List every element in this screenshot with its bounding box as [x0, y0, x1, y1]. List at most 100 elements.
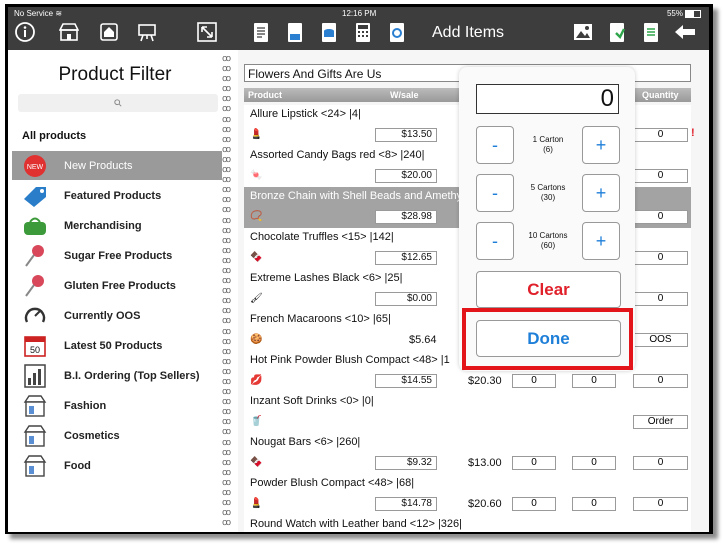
all-products-link[interactable]: All products [22, 130, 86, 142]
quantity-field[interactable]: 0 [633, 128, 688, 142]
product-thumbnail: 🍫 [250, 252, 263, 263]
col-product: Product [248, 90, 283, 100]
tag-icon [20, 183, 50, 209]
category-latest-50[interactable]: 50 Latest 50 Products [12, 331, 222, 360]
qty-field-2[interactable]: 0 [572, 456, 616, 470]
quantity-field[interactable]: 0 [633, 374, 688, 388]
product-thumbnail: 🍪 [250, 334, 263, 345]
quantity-field[interactable]: 0 [633, 210, 688, 224]
category-gluten-free[interactable]: Gluten Free Products [12, 271, 222, 300]
product-thumbnail: 🍫 [250, 457, 263, 468]
product-name: Inzant Soft Drinks <0> |0| [250, 395, 374, 407]
wsale-price: $12.65 [375, 251, 437, 265]
rrp-price: $20.60 [468, 498, 502, 510]
quantity-field[interactable]: 0 [633, 251, 688, 265]
back-arrow-icon[interactable] [674, 21, 696, 43]
product-name: Nougat Bars <6> |260| [250, 436, 361, 448]
battery-icon [685, 9, 701, 18]
rrp-price: $13.00 [468, 457, 502, 469]
info-icon[interactable] [14, 21, 36, 43]
carrier-status: No Service ≋ [14, 9, 63, 18]
plus-1-carton-button[interactable]: + [582, 126, 620, 164]
qty-field-1[interactable]: 0 [512, 374, 556, 388]
store-icon [20, 423, 50, 449]
checklist-icon[interactable] [640, 21, 662, 43]
quantity-field[interactable]: Order [633, 415, 688, 429]
store-icon [20, 453, 50, 479]
clock: 12:16 PM [342, 9, 377, 18]
wsale-price: $20.00 [375, 169, 437, 183]
product-name: Round Watch with Leather band <12> |326| [250, 518, 463, 530]
calculator-icon[interactable] [352, 21, 374, 43]
refresh-icon[interactable] [386, 21, 408, 43]
qty-field-2[interactable]: 0 [572, 374, 616, 388]
product-name: Extreme Lashes Black <6> |25| [250, 272, 403, 284]
resize-icon[interactable] [196, 21, 218, 43]
product-thumbnail: 💄 [250, 129, 263, 140]
step-label-10: 10 Cartons (60) [528, 231, 568, 250]
order-doc-icon[interactable] [284, 21, 306, 43]
qty-field-1[interactable]: 0 [512, 497, 556, 511]
category-cosmetics[interactable]: Cosmetics [12, 421, 222, 450]
table-row[interactable]: Round Watch with Leather band <12> |326|… [244, 515, 691, 532]
category-fashion[interactable]: Fashion [12, 391, 222, 420]
category-food[interactable]: Food [12, 451, 222, 480]
search-icon [114, 99, 122, 107]
product-name: French Macaroons <10> |65| [250, 313, 391, 325]
minus-10-cartons-button[interactable]: - [476, 222, 514, 260]
quantity-field[interactable]: 0 [633, 292, 688, 306]
table-row[interactable]: Nougat Bars <6> |260| 🍫 $9.32 $13.00 0 0 0 [244, 433, 691, 475]
quantity-field[interactable]: OOS [633, 333, 688, 347]
qty-field-1[interactable]: 0 [512, 456, 556, 470]
quantity-field[interactable]: 0 [633, 456, 688, 470]
quantity-field[interactable]: 0 [633, 497, 688, 511]
category-new-products[interactable]: NEW New Products [12, 151, 222, 180]
plus-10-cartons-button[interactable]: + [582, 222, 620, 260]
table-row[interactable]: Powder Blush Compact <48> |68| 💄 $14.78 $20… [244, 474, 691, 516]
product-name: Bronze Chain with Shell Beads and Amethy… [250, 190, 465, 202]
database-icon[interactable] [318, 21, 340, 43]
clear-button[interactable]: Clear [476, 271, 621, 308]
presentation-icon[interactable] [136, 21, 158, 43]
table-row[interactable]: Inzant Soft Drinks <0> |0| 🥤 Order [244, 392, 691, 434]
product-thumbnail: 💋 [250, 375, 263, 386]
notes-icon[interactable] [250, 21, 272, 43]
wsale-price: $13.50 [375, 128, 437, 142]
search-input[interactable] [18, 94, 218, 112]
col-wsale: W/sale [390, 90, 419, 100]
category-currently-oos[interactable]: Currently OOS [12, 301, 222, 330]
bag-icon [20, 213, 50, 239]
step-label-5: 5 Cartons (30) [530, 183, 566, 202]
export-doc-icon[interactable] [606, 21, 628, 43]
minus-5-cartons-button[interactable]: - [476, 174, 514, 212]
category-bi-ordering[interactable]: B.I. Ordering (Top Sellers) [12, 361, 222, 390]
wsale-price: $9.32 [375, 456, 437, 470]
new-badge-icon: NEW [20, 153, 50, 179]
plus-5-cartons-button[interactable]: + [582, 174, 620, 212]
highlight-box [462, 308, 633, 370]
category-sugar-free[interactable]: Sugar Free Products [12, 241, 222, 270]
product-thumbnail: 💄 [250, 498, 263, 509]
quantity-display[interactable]: 0 [476, 84, 619, 114]
wsale-price: $0.00 [375, 292, 437, 306]
quantity-field[interactable]: 0 [633, 169, 688, 183]
qty-field-2[interactable]: 0 [572, 497, 616, 511]
battery-status: 55% [667, 9, 701, 18]
minus-1-carton-button[interactable]: - [476, 126, 514, 164]
product-name: Assorted Candy Bags red <8> |240| [250, 149, 425, 161]
panel-title: Product Filter [58, 64, 172, 85]
product-thumbnail: 🍬 [250, 170, 263, 181]
store-icon[interactable] [58, 21, 80, 43]
category-featured-products[interactable]: Featured Products [12, 181, 222, 210]
category-merchandising[interactable]: Merchandising [12, 211, 222, 240]
product-thumbnail: 📿 [250, 211, 263, 222]
svg-text:NEW: NEW [27, 164, 44, 171]
warning-flag: ! [691, 127, 695, 139]
home-store-icon[interactable] [98, 21, 120, 43]
bar-chart-icon [20, 363, 50, 389]
wsale-price: $5.64 [409, 334, 437, 346]
image-icon[interactable] [572, 21, 594, 43]
product-name: Allure Lipstick <24> |4| [250, 108, 361, 120]
oos-icon [20, 303, 50, 329]
calendar-icon: 50 [20, 333, 50, 359]
